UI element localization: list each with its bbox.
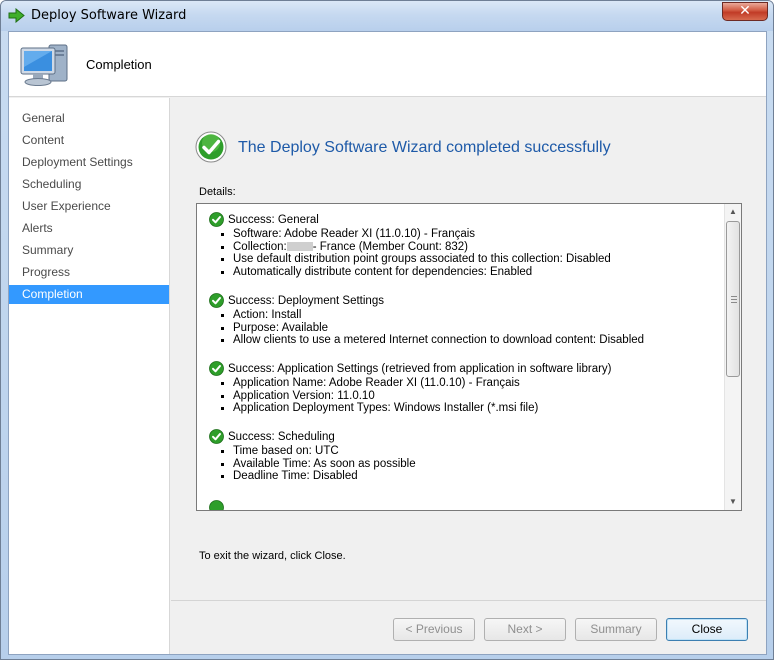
success-check-icon [209, 293, 224, 308]
scrollbar-thumb[interactable] [726, 221, 740, 377]
wizard-client-area: Completion General Content Deployment Se… [8, 31, 767, 655]
nav-item-content[interactable]: Content [9, 131, 169, 150]
redacted-block [286, 241, 313, 251]
wizard-header: Completion [9, 32, 766, 97]
list-item: Purpose: Available [209, 322, 719, 335]
grip-icon [731, 296, 737, 303]
list-item: Time based on: UTC [209, 445, 719, 458]
section-application-settings: Success: Application Settings (retrieved… [209, 361, 719, 415]
section-scheduling: Success: Scheduling Time based on: UTC A… [209, 429, 719, 483]
summary-button[interactable]: Summary [575, 618, 657, 641]
list-item: Application Deployment Types: Windows In… [209, 402, 719, 415]
section-title: Success: Application Settings (retrieved… [228, 363, 612, 375]
nav-item-scheduling[interactable]: Scheduling [9, 175, 169, 194]
scroll-up-arrow-icon[interactable]: ▲ [725, 204, 741, 220]
details-scrollbar[interactable]: ▲ ▼ [724, 204, 741, 510]
nav-item-summary[interactable]: Summary [9, 241, 169, 260]
section-general: Success: General Software: Adobe Reader … [209, 212, 719, 278]
page-title: Completion [86, 57, 152, 72]
list-item: Allow clients to use a metered Internet … [209, 334, 719, 347]
nav-item-deployment-settings[interactable]: Deployment Settings [9, 153, 169, 172]
collection-value: - France (Member Count: 832) [312, 240, 469, 253]
success-check-icon [209, 212, 224, 227]
footer-divider [171, 600, 766, 601]
list-item: Collection: - France (Member Count: 832) [209, 241, 719, 254]
list-item: Deadline Time: Disabled [209, 470, 719, 483]
wizard-nav: General Content Deployment Settings Sche… [9, 98, 170, 654]
nav-item-completion[interactable]: Completion [9, 285, 169, 304]
success-check-icon [209, 361, 224, 376]
exit-instruction: To exit the wizard, click Close. [199, 550, 346, 562]
window-close-button[interactable]: ✕ [722, 2, 768, 21]
list-item: Application Name: Adobe Reader XI (11.0.… [209, 377, 719, 390]
window-title: Deploy Software Wizard [31, 8, 187, 23]
details-label: Details: [199, 186, 236, 198]
wizard-main: The Deploy Software Wizard completed suc… [171, 98, 766, 654]
details-content: Success: General Software: Adobe Reader … [197, 204, 725, 510]
previous-button[interactable]: < Previous [393, 618, 475, 641]
scroll-down-arrow-icon[interactable]: ▼ [725, 494, 741, 510]
green-arrow-icon [8, 8, 25, 23]
close-button[interactable]: Close [666, 618, 748, 641]
title-bar[interactable]: Deploy Software Wizard ✕ [1, 1, 773, 31]
wizard-window: Deploy Software Wizard ✕ Completion Gene… [0, 0, 774, 660]
details-box[interactable]: Success: General Software: Adobe Reader … [196, 203, 742, 511]
collection-label: Collection: [233, 240, 287, 253]
section-title: Success: Deployment Settings [228, 295, 384, 307]
list-item: Software: Adobe Reader XI (11.0.10) - Fr… [209, 228, 719, 241]
computer-icon [20, 44, 68, 86]
list-item: Action: Install [209, 309, 719, 322]
success-check-icon [209, 429, 224, 444]
completion-heading: The Deploy Software Wizard completed suc… [238, 139, 611, 156]
list-item: Available Time: As soon as possible [209, 458, 719, 471]
nav-item-user-experience[interactable]: User Experience [9, 197, 169, 216]
section-title: Success: Scheduling [228, 431, 335, 443]
section-title: Success: General [228, 214, 319, 226]
nav-item-alerts[interactable]: Alerts [9, 219, 169, 238]
success-check-icon [195, 131, 227, 163]
list-item: Automatically distribute content for dep… [209, 266, 719, 279]
nav-item-general[interactable]: General [9, 109, 169, 128]
section-deployment-settings: Success: Deployment Settings Action: Ins… [209, 293, 719, 347]
list-item: Use default distribution point groups as… [209, 253, 719, 266]
next-button[interactable]: Next > [484, 618, 566, 641]
nav-item-progress[interactable]: Progress [9, 263, 169, 282]
success-check-icon [209, 500, 224, 510]
list-item: Application Version: 11.0.10 [209, 390, 719, 403]
